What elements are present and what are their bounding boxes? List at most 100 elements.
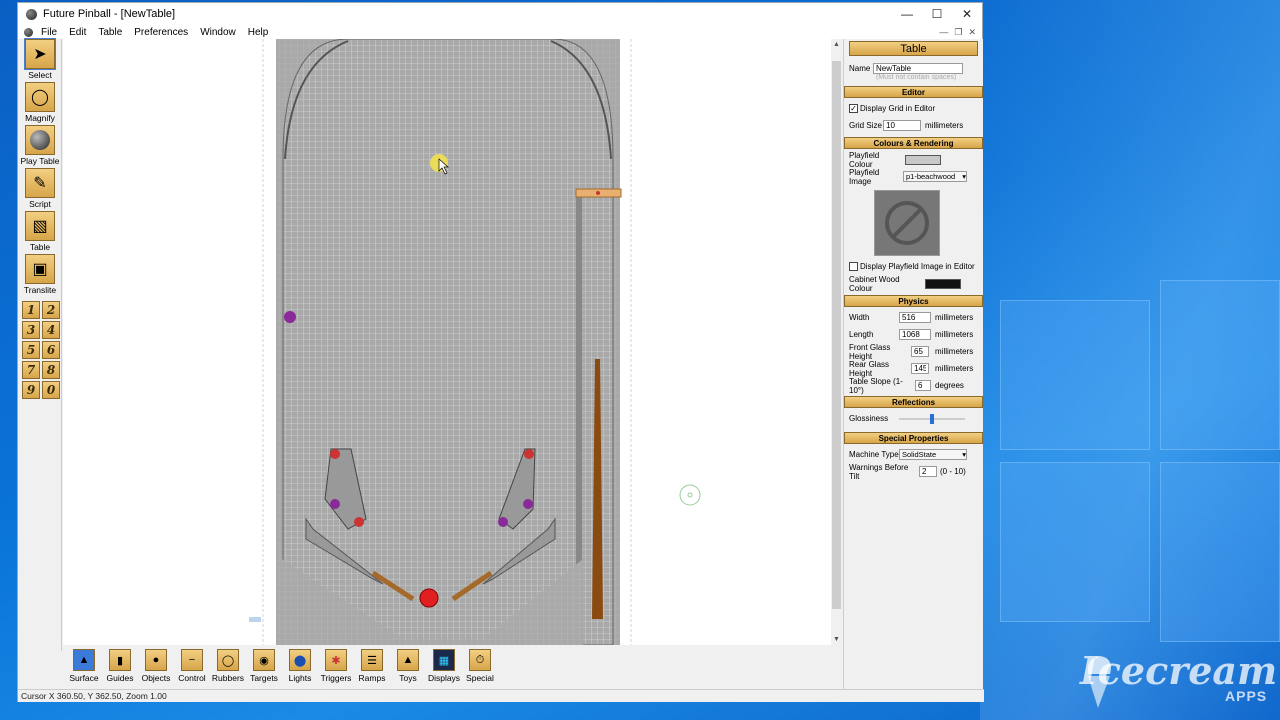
name-label: Name — [849, 64, 871, 73]
name-hint: (Must not contain spaces) — [876, 74, 957, 81]
menu-window[interactable]: Window — [194, 27, 242, 38]
doc-restore-button[interactable]: ❐ — [954, 27, 962, 38]
physics-rows: Width millimeters Length millimeters Front… — [844, 309, 983, 395]
cabinet-colour-label: Cabinet Wood Colour — [849, 274, 900, 293]
number-key-3[interactable]: 3 — [22, 321, 40, 339]
menu-help[interactable]: Help — [242, 27, 275, 38]
chevron-down-icon: ▾ — [962, 172, 966, 181]
triggers-icon: ✱ — [325, 649, 347, 671]
number-key-6[interactable]: 6 — [42, 341, 60, 359]
display-playfield-image-checkbox[interactable] — [849, 262, 858, 271]
close-button[interactable]: ✕ — [952, 3, 982, 25]
number-key-8[interactable]: 8 — [42, 361, 60, 379]
tool-special[interactable]: ⏱ Special — [462, 645, 498, 689]
machine-type-label: Machine Type — [849, 450, 899, 459]
grid-size-label: Grid Size — [849, 121, 882, 130]
tool-surface[interactable]: ▲ Surface — [66, 645, 102, 689]
ramps-icon: ☰ — [361, 649, 383, 671]
menu-preferences[interactable]: Preferences — [128, 27, 194, 38]
number-key-0[interactable]: 0 — [42, 381, 60, 399]
warnings-input[interactable] — [919, 466, 937, 477]
doc-minimize-button[interactable]: — — [939, 27, 948, 38]
table-slope-unit: degrees — [935, 381, 964, 390]
vertical-scrollbar[interactable]: ▲ ▼ — [831, 39, 842, 645]
scroll-thumb[interactable] — [832, 61, 841, 609]
doc-close-button[interactable]: ✕ — [968, 27, 976, 38]
tool-objects[interactable]: ● Objects — [138, 645, 174, 689]
number-key-2[interactable]: 2 — [42, 301, 60, 319]
tool-play-table[interactable]: Play Table — [18, 125, 62, 168]
slingshot-post — [524, 449, 534, 459]
menu-bar: File Edit Table Preferences Window Help … — [18, 25, 982, 39]
number-key-5[interactable]: 5 — [22, 341, 40, 359]
editor-canvas[interactable] — [63, 39, 839, 645]
scroll-up-icon[interactable]: ▲ — [833, 41, 840, 48]
length-input[interactable] — [899, 329, 931, 340]
windows-logo-pane — [1160, 280, 1280, 450]
tool-magnify[interactable]: ◯ Magnify — [18, 82, 62, 125]
number-key-9[interactable]: 9 — [22, 381, 40, 399]
tool-script[interactable]: ✎ Script — [18, 168, 62, 211]
tool-select[interactable]: ➤ Select — [18, 38, 62, 82]
toys-icon: ▲ — [397, 649, 419, 671]
menu-table[interactable]: Table — [92, 27, 128, 38]
tool-table[interactable]: ▧ Table — [18, 211, 62, 254]
playfield-image-select[interactable]: p1-beachwood ▾ — [903, 171, 967, 182]
front-glass-height-unit: millimeters — [935, 347, 974, 356]
tool-lights[interactable]: ⬤ Lights — [282, 645, 318, 689]
menu-edit[interactable]: Edit — [63, 27, 92, 38]
status-bar: Cursor X 360.50, Y 362.50, Zoom 1.00 — [18, 689, 984, 702]
minimize-button[interactable]: — — [892, 3, 922, 25]
glossiness-slider[interactable] — [899, 413, 965, 424]
number-key-1[interactable]: 1 — [22, 301, 40, 319]
width-input[interactable] — [899, 312, 931, 323]
tool-toys[interactable]: ▲ Toys — [390, 645, 426, 689]
section-special: Special Properties — [844, 432, 983, 444]
maximize-button[interactable]: ☐ — [922, 3, 952, 25]
tool-ramps[interactable]: ☰ Ramps — [354, 645, 390, 689]
number-key-7[interactable]: 7 — [22, 361, 40, 379]
tool-targets[interactable]: ◉ Targets — [246, 645, 282, 689]
grid-size-unit: millimeters — [925, 121, 964, 130]
tool-rubbers[interactable]: ◯ Rubbers — [210, 645, 246, 689]
width-unit: millimeters — [935, 313, 974, 322]
rear-glass-height-input[interactable] — [911, 363, 929, 374]
length-label: Length — [849, 330, 874, 339]
properties-panel: Table Name (Must not contain spaces) Edi… — [843, 39, 983, 689]
object-toolbar: ▲ Surface ▮ Guides ● Objects − Control ◯ Rubb… — [63, 645, 843, 689]
front-glass-height-input[interactable] — [911, 346, 929, 357]
scroll-down-icon[interactable]: ▼ — [833, 636, 840, 643]
window-title: Future Pinball - [NewTable] — [43, 8, 176, 20]
tool-label: Toys — [399, 673, 417, 683]
tool-guides[interactable]: ▮ Guides — [102, 645, 138, 689]
glossiness-knob[interactable] — [930, 413, 934, 424]
insertion-point-center — [687, 492, 693, 498]
tool-label: Table — [29, 242, 51, 252]
watermark: Icecream APPS — [1080, 648, 1277, 704]
slingshot-post — [330, 499, 340, 509]
display-grid-checkbox[interactable]: ✓ — [849, 104, 858, 113]
lights-icon: ⬤ — [289, 649, 311, 671]
number-key-4[interactable]: 4 — [42, 321, 60, 339]
app-window: Future Pinball - [NewTable] — ☐ ✕ File E… — [17, 2, 984, 702]
tool-displays[interactable]: ▦ Displays — [426, 645, 462, 689]
rollover-light — [284, 311, 296, 323]
menu-file[interactable]: File — [35, 27, 63, 38]
machine-type-select[interactable]: SolidState ▾ — [899, 449, 967, 460]
name-input[interactable] — [873, 63, 963, 74]
display-playfield-image-label: Display Playfield Image in Editor — [860, 262, 975, 271]
playfield-drawing — [249, 39, 701, 645]
tool-translite[interactable]: ▣ Translite — [18, 254, 62, 297]
section-editor: Editor — [844, 86, 983, 98]
tool-control[interactable]: − Control — [174, 645, 210, 689]
windows-logo-pane — [1000, 462, 1150, 622]
tool-label: Control — [178, 673, 206, 683]
toolbox: ➤ Select ◯ Magnify Play Table ✎ Script ▧… — [18, 38, 62, 651]
section-colours: Colours & Rendering — [844, 137, 983, 149]
table-slope-input[interactable] — [915, 380, 931, 391]
grid-size-input[interactable] — [883, 120, 921, 131]
playfield-colour-swatch[interactable] — [905, 154, 941, 165]
tool-triggers[interactable]: ✱ Triggers — [318, 645, 354, 689]
cabinet-colour-swatch[interactable] — [925, 278, 961, 289]
table-icon: ▧ — [25, 211, 55, 241]
